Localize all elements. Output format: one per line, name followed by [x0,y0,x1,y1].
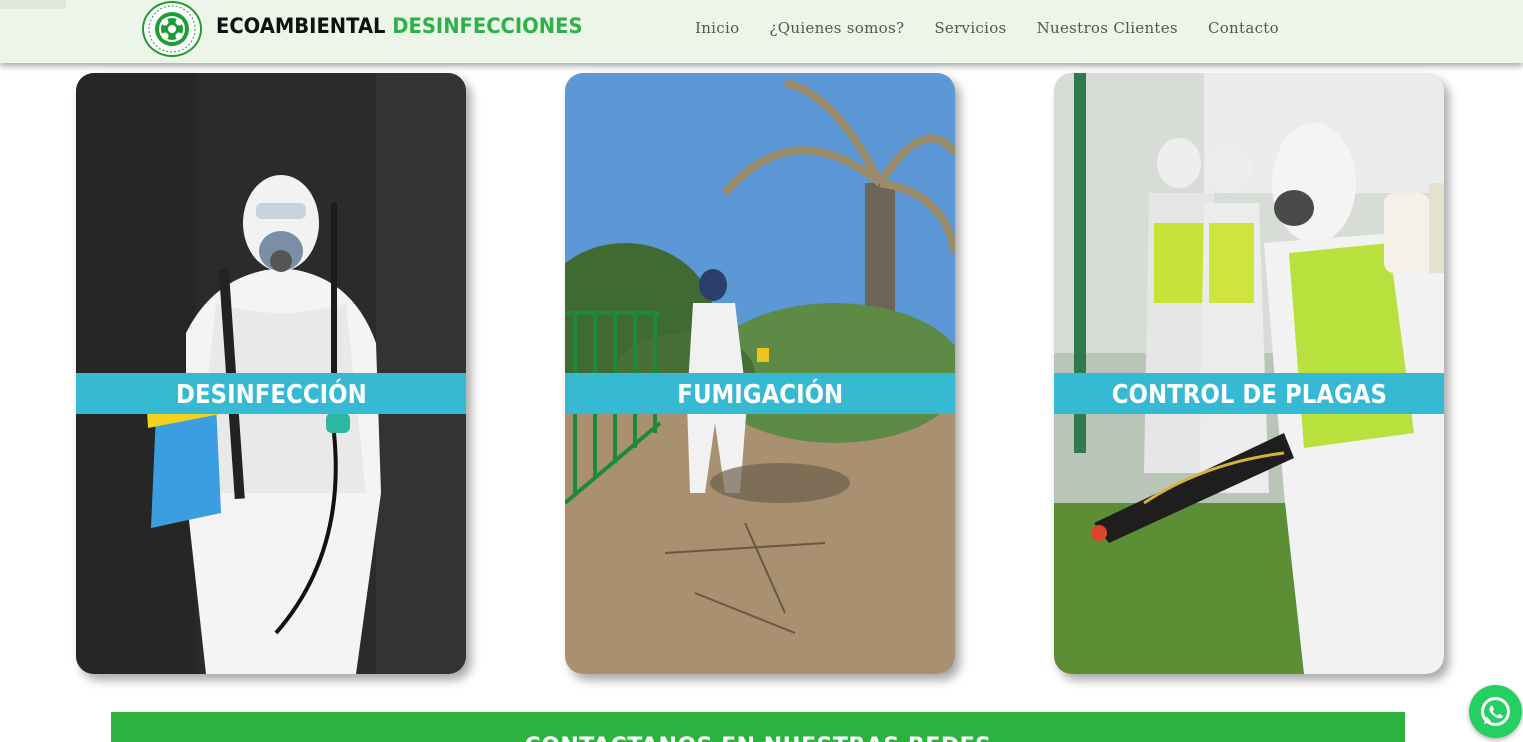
brand-name-part2: DESINFECCIONES [392,14,583,38]
service-card-desinfeccion[interactable]: DESINFECCIÓN [76,73,466,674]
service-label-fumigacion: FUMIGACIÓN [565,373,955,414]
contact-social-banner-label: CONTACTANOS EN NUESTRAS REDES [524,734,991,742]
nav-nuestros-clientes[interactable]: Nuestros Clientes [1022,18,1193,38]
brand-name-part1: ECOAMBIENTAL [216,14,386,38]
contact-social-banner[interactable]: CONTACTANOS EN NUESTRAS REDES [111,712,1405,742]
nav-servicios[interactable]: Servicios [919,18,1021,38]
service-label-desinfeccion: DESINFECCIÓN [76,373,466,414]
service-label-control-de-plagas: CONTROL DE PLAGAS [1054,373,1444,414]
service-card-fumigacion[interactable]: FUMIGACIÓN [565,73,955,674]
header-tab-decoration [0,0,66,9]
brand-name[interactable]: ECOAMBIENTAL DESINFECCIONES [216,14,583,38]
nav-quienes-somos[interactable]: ¿Quienes somos? [754,18,919,38]
nav-contacto[interactable]: Contacto [1193,18,1294,38]
logo-icon[interactable] [142,1,202,57]
service-card-control-de-plagas[interactable]: CONTROL DE PLAGAS [1054,73,1444,674]
whatsapp-button[interactable] [1469,685,1522,738]
whatsapp-icon [1481,697,1510,726]
main-nav: Inicio ¿Quienes somos? Servicios Nuestro… [680,18,1294,38]
site-header: ECOAMBIENTAL DESINFECCIONES Inicio ¿Quie… [0,0,1523,63]
nav-inicio[interactable]: Inicio [680,18,754,38]
page: ECOAMBIENTAL DESINFECCIONES Inicio ¿Quie… [0,0,1523,742]
